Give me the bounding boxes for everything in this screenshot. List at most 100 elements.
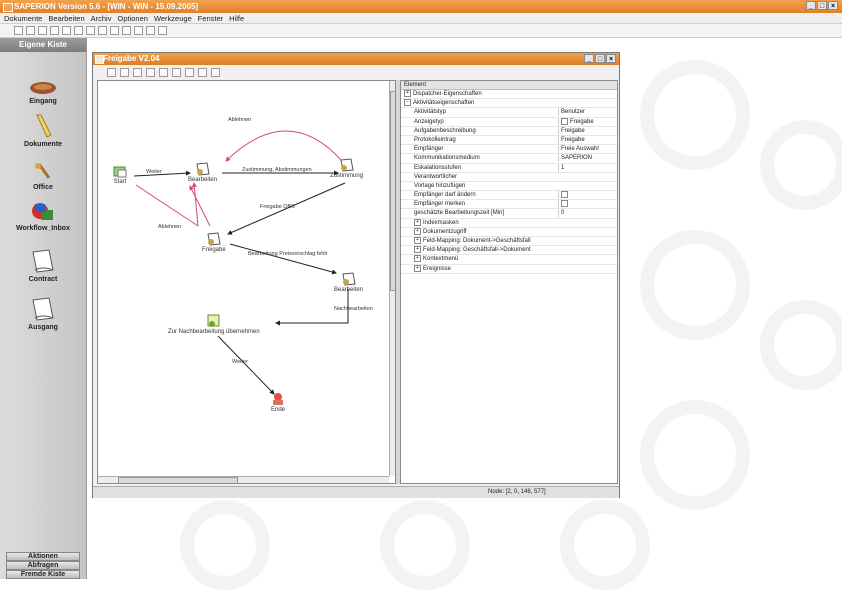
workflow-node[interactable]: Zustimmung	[330, 157, 363, 179]
canvas-horizontal-scrollbar[interactable]	[98, 476, 389, 483]
property-group[interactable]: + Dispatcher-Eigenschaften	[401, 90, 617, 100]
menu-werkzeuge[interactable]: Werkzeuge	[154, 13, 192, 23]
expand-icon[interactable]: +	[414, 237, 421, 244]
fremde-kiste-button[interactable]: Fremde Kiste	[6, 570, 80, 579]
doc-minimize-button[interactable]: _	[584, 54, 594, 63]
sidebar-item-dokumente[interactable]: Dokumente	[0, 113, 86, 148]
scrollbar-thumb[interactable]	[118, 477, 238, 483]
expand-icon[interactable]: +	[414, 218, 421, 226]
maximize-button[interactable]: □	[817, 1, 827, 10]
save-icon[interactable]	[38, 26, 47, 35]
app-icon	[3, 3, 13, 12]
scan-icon[interactable]	[122, 26, 131, 35]
property-row[interactable]: geschätzte Bearbeitungszeit [Min] 0	[401, 209, 617, 219]
property-row[interactable]: Aufgabenbeschreibung Freigabe	[401, 126, 617, 136]
property-group[interactable]: − Aktivitätseigenschaften	[401, 99, 617, 109]
open-icon[interactable]	[120, 67, 129, 77]
sidebar-item-contract[interactable]: Contract	[0, 248, 86, 283]
property-row[interactable]: Empfänger Freie Auswahl	[401, 145, 617, 155]
aktionen-button[interactable]: Aktionen	[6, 552, 80, 561]
minimize-button[interactable]: _	[806, 1, 816, 10]
expand-icon[interactable]: +	[414, 255, 421, 263]
expand-icon[interactable]: +	[414, 227, 421, 235]
menu-archiv[interactable]: Archiv	[91, 13, 112, 23]
menu-optionen[interactable]: Optionen	[117, 13, 147, 23]
workflow-node[interactable]: Bearbeiten	[334, 271, 363, 293]
open-icon[interactable]	[26, 26, 35, 35]
print-icon[interactable]	[50, 26, 59, 35]
paste-icon[interactable]	[86, 26, 95, 35]
new-icon[interactable]	[14, 26, 23, 35]
property-value[interactable]: SAPERION	[558, 154, 617, 163]
property-group[interactable]: + Feld-Mapping: Dokument->Geschäftsfall	[401, 237, 617, 247]
sidebar-item-workflow-inbox[interactable]: Workflow_Inbox	[0, 201, 86, 232]
property-group[interactable]: + Dokumentzugriff	[401, 227, 617, 237]
property-name-text: Feld-Mapping: Dokument->Geschäftsfall	[423, 238, 531, 245]
close-button[interactable]: ×	[828, 1, 838, 10]
search-icon[interactable]	[98, 26, 107, 35]
workflow-node[interactable]: Zur Nachbearbeitung übernehmen	[168, 313, 260, 335]
doc-close-button[interactable]: ×	[606, 54, 616, 63]
checkbox[interactable]	[561, 200, 568, 208]
property-value[interactable]	[558, 200, 617, 209]
checkbox[interactable]	[561, 117, 568, 125]
menu-hilfe[interactable]: Hilfe	[229, 13, 244, 23]
doc-maximize-button[interactable]: □	[595, 54, 605, 63]
property-group[interactable]: + Ereignisse	[401, 264, 617, 274]
abfragen-button[interactable]: Abfragen	[6, 561, 80, 570]
sidebar-item-eingang[interactable]: Eingang	[0, 80, 86, 105]
property-row[interactable]: Protokolleintrag Freigabe	[401, 135, 617, 146]
help-icon[interactable]	[158, 26, 167, 35]
copy-icon[interactable]	[198, 67, 207, 77]
expand-icon[interactable]: +	[414, 246, 421, 254]
workflow-node[interactable]: Freigabe	[202, 231, 226, 253]
property-row[interactable]: Vorlage hinzufügen	[401, 182, 617, 192]
checkbox[interactable]	[561, 191, 568, 199]
sidebar-item-office[interactable]: Office	[0, 162, 86, 191]
delete-icon[interactable]	[185, 67, 194, 77]
print-icon[interactable]	[146, 67, 155, 77]
property-row[interactable]: Eskalationsstufen 1	[401, 163, 617, 173]
property-value[interactable]: 1	[558, 163, 617, 172]
property-value[interactable]: Freigabe	[558, 117, 617, 126]
property-value[interactable]: Freie Auswahl	[558, 145, 617, 154]
window-icon[interactable]	[134, 26, 143, 35]
property-row[interactable]: Empfänger darf ändern	[401, 191, 617, 201]
sidebar-item-ausgang[interactable]: Ausgang	[0, 296, 86, 331]
property-row[interactable]: Verantwortlicher	[401, 173, 617, 182]
property-group[interactable]: + Indexmasken	[401, 218, 617, 228]
property-name-text: Aktivitätseigenschaften	[413, 100, 475, 107]
property-value[interactable]: 0	[558, 209, 617, 218]
archive-icon[interactable]	[110, 26, 119, 35]
workflow-node[interactable]: Bearbeiten	[188, 161, 217, 183]
property-value[interactable]: Benutzer	[558, 108, 617, 117]
property-value[interactable]: Freigabe	[558, 126, 617, 135]
expand-icon[interactable]: +	[414, 264, 421, 272]
menu-dokumente[interactable]: Dokumente	[4, 13, 42, 23]
property-group[interactable]: + Kontextmenü	[401, 255, 617, 265]
collapse-icon[interactable]: −	[404, 99, 411, 107]
cut-icon[interactable]	[62, 26, 71, 35]
connect-icon[interactable]	[172, 67, 181, 77]
workflow-node[interactable]: Start	[112, 165, 128, 185]
menu-bearbeiten[interactable]: Bearbeiten	[48, 13, 84, 23]
workflow-node[interactable]: Ende	[270, 391, 286, 413]
menu-fenster[interactable]: Fenster	[198, 13, 223, 23]
property-group[interactable]: + Feld-Mapping: Geschäftsfall->Dokument	[401, 246, 617, 256]
property-value[interactable]: Freigabe	[558, 135, 617, 144]
property-row[interactable]: Anzeigetyp Freigabe	[401, 117, 617, 127]
property-row[interactable]: Empfänger merken	[401, 200, 617, 210]
copy-icon[interactable]	[74, 26, 83, 35]
property-value[interactable]	[558, 191, 617, 200]
save-icon[interactable]	[133, 67, 142, 77]
properties-icon[interactable]	[159, 67, 168, 77]
property-row[interactable]: Aktivitätstyp Benutzer	[401, 108, 617, 118]
property-row[interactable]: Kommunikationsmedium SAPERION	[401, 154, 617, 164]
new-icon[interactable]	[107, 67, 116, 77]
paste-icon[interactable]	[211, 67, 220, 77]
workflow-canvas[interactable]: Start Bearbeiten Zustimmung Freigabe Bea…	[97, 80, 396, 484]
tile-icon[interactable]	[146, 26, 155, 35]
expand-icon[interactable]: +	[404, 90, 411, 97]
canvas-vertical-scrollbar[interactable]	[389, 81, 395, 476]
node-coordinates: Node: [2, 0, 146, 577]	[488, 489, 546, 495]
